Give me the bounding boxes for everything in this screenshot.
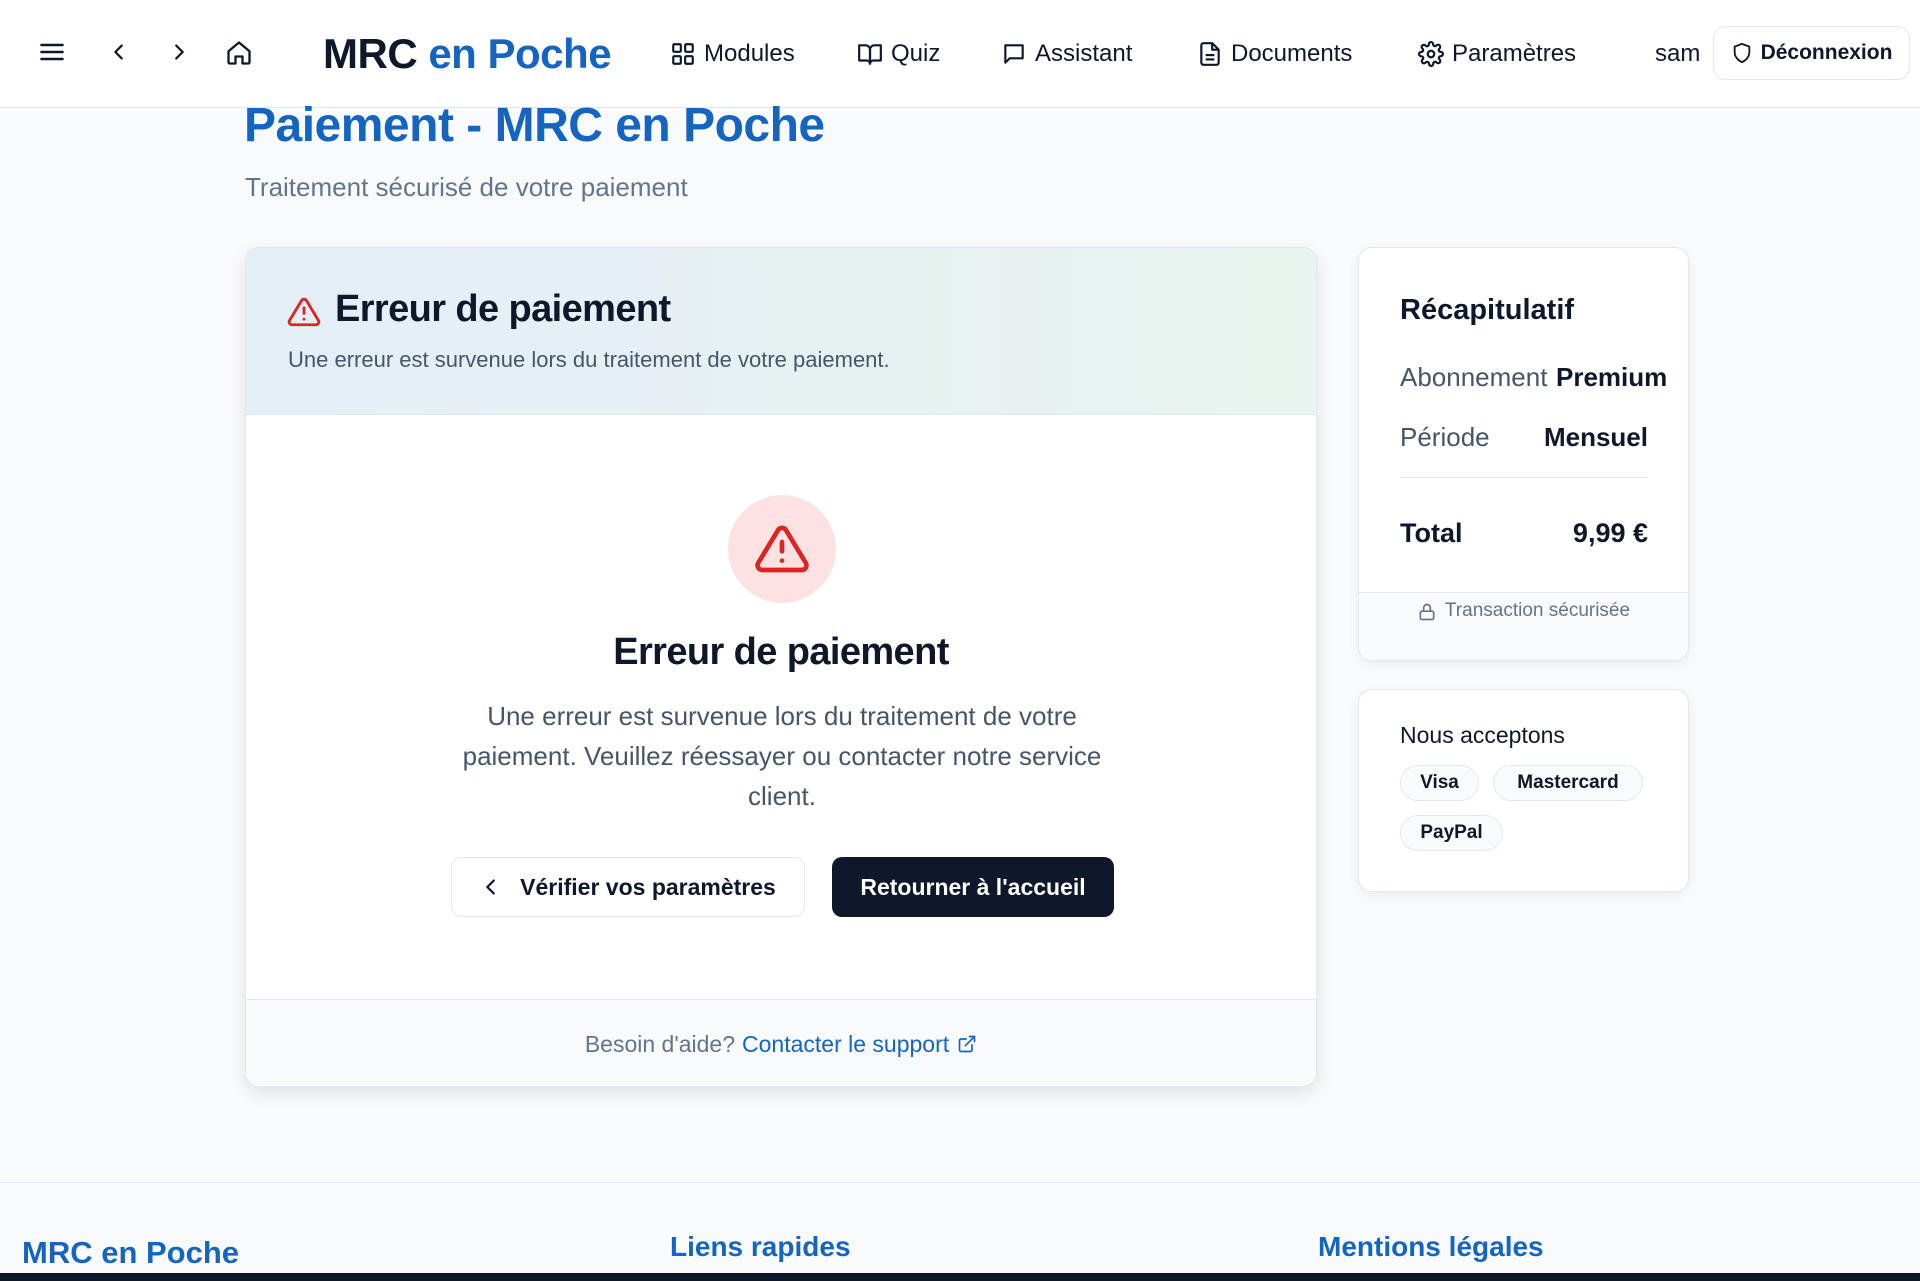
nav-documents-label: Documents <box>1231 40 1353 67</box>
footer-brand: MRC en Poche <box>22 1235 240 1270</box>
nav-quiz[interactable]: Quiz <box>857 36 940 72</box>
nav-assistant[interactable]: Assistant <box>1001 36 1132 72</box>
nav-modules-label: Modules <box>704 40 795 67</box>
card-header-title: Erreur de paiement <box>335 288 671 330</box>
payment-method-badge: Visa <box>1400 765 1479 801</box>
support-link-label: Contacter le support <box>742 1030 950 1057</box>
page-subtitle: Traitement sécurisé de votre paiement <box>245 172 688 202</box>
payment-method-badge: PayPal <box>1400 815 1503 851</box>
period-label: Période <box>1400 422 1490 452</box>
home-icon[interactable] <box>222 36 256 70</box>
chat-bubble-icon <box>1004 44 1024 64</box>
window-bottom-edge <box>0 1273 1920 1281</box>
site-footer: MRC en Poche Liens rapides Mentions léga… <box>0 1182 1920 1281</box>
return-home-button[interactable]: Retourner à l'accueil <box>832 857 1114 917</box>
help-text: Besoin d'aide? <box>584 1030 736 1057</box>
period-value: Mensuel <box>1543 422 1648 452</box>
page-title: Paiement - MRC en Poche <box>244 99 825 152</box>
footer-quick-links-heading: Liens rapides <box>670 1231 851 1262</box>
subscription-value: Premium <box>1556 362 1668 392</box>
payment-method-badge: Mastercard <box>1493 765 1643 801</box>
summary-row-subscription: Abonnement <box>1400 362 1547 393</box>
summary-title: Récapitulatif <box>1400 294 1575 326</box>
gear-icon <box>1418 41 1444 67</box>
book-open-icon <box>858 44 882 65</box>
support-link[interactable]: Contacter le support <box>742 1031 977 1058</box>
secure-transaction-label: Transaction sécurisée <box>1444 600 1631 621</box>
error-title: Erreur de paiement <box>613 631 949 673</box>
nav-modules[interactable]: Modules <box>670 36 795 72</box>
forward-arrow-icon[interactable] <box>163 36 195 68</box>
nav-settings-label: Paramètres <box>1452 40 1577 67</box>
nav-quiz-label: Quiz <box>891 40 941 67</box>
return-home-label: Retourner à l'accueil <box>860 873 1086 900</box>
payment-error-card: Erreur de paiement Une erreur est surven… <box>245 247 1317 1087</box>
summary-divider <box>1400 477 1648 478</box>
card-header: Erreur de paiement Une erreur est surven… <box>246 248 1316 415</box>
order-summary-card: Récapitulatif Abonnement Premium Période… <box>1358 247 1689 661</box>
shield-icon <box>1733 42 1750 64</box>
warning-icon <box>287 297 321 327</box>
summary-row-period: Période <box>1400 422 1490 453</box>
menu-icon[interactable] <box>34 34 70 70</box>
subscription-label: Abonnement <box>1400 362 1548 392</box>
logout-label: Déconnexion <box>1760 41 1893 64</box>
check-settings-label: Vérifier vos paramètres <box>520 873 776 900</box>
grid-icon <box>672 43 694 65</box>
nav-settings[interactable]: Paramètres <box>1418 36 1576 72</box>
back-arrow-icon[interactable] <box>103 36 135 68</box>
lock-icon <box>1419 603 1435 621</box>
document-icon <box>1200 42 1220 66</box>
nav-documents[interactable]: Documents <box>1197 36 1352 72</box>
check-settings-button[interactable]: Vérifier vos paramètres <box>451 857 805 917</box>
brand-logo[interactable]: MRC en Poche <box>323 30 612 78</box>
top-navigation-bar: MRC en Poche Modules Quiz Assistant Docu… <box>0 0 1920 108</box>
card-footer: Besoin d'aide? Contacter le support <box>246 999 1316 1086</box>
chevron-left-icon <box>486 879 495 895</box>
username: sam <box>1655 40 1701 67</box>
nav-assistant-label: Assistant <box>1035 40 1133 67</box>
card-header-description: Une erreur est survenue lors du traiteme… <box>288 347 890 372</box>
brand-text-part2: en Poche <box>428 30 612 77</box>
logout-button[interactable]: Déconnexion <box>1713 26 1910 80</box>
secure-transaction-note: Transaction sécurisée <box>1359 592 1688 660</box>
total-value: 9,99 € <box>1572 518 1648 548</box>
accepted-title: Nous acceptons <box>1400 722 1565 748</box>
total-label: Total <box>1400 518 1463 548</box>
external-link-icon <box>958 1035 976 1053</box>
accepted-payments-card: Nous acceptons Visa Mastercard PayPal <box>1358 689 1689 892</box>
error-icon-badge <box>728 495 836 603</box>
brand-text-part1: MRC <box>323 30 418 77</box>
error-message: Une erreur est survenue lors du traiteme… <box>462 701 1102 811</box>
alert-triangle-icon <box>755 525 809 573</box>
footer-legal-heading: Mentions légales <box>1318 1231 1544 1262</box>
